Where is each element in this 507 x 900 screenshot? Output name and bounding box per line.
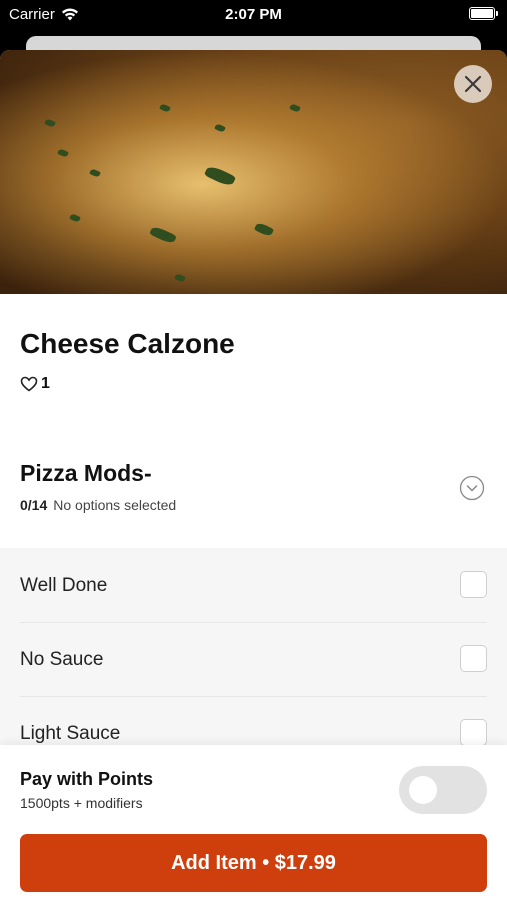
close-button[interactable] [454, 65, 492, 103]
herb-fleck [159, 103, 171, 113]
option-checkbox[interactable] [460, 719, 487, 746]
pay-with-points-toggle[interactable] [399, 766, 487, 814]
item-detail-sheet: Cheese Calzone 1 Pizza Mods- 0/14 No opti… [0, 50, 507, 900]
option-checkbox[interactable] [460, 571, 487, 598]
option-label: Light Sauce [20, 723, 121, 744]
status-time: 2:07 PM [225, 6, 282, 23]
heart-icon[interactable] [20, 376, 38, 392]
herb-fleck [214, 123, 226, 133]
option-row[interactable]: Well Done [20, 548, 487, 623]
option-row[interactable]: No Sauce [20, 622, 487, 697]
checkout-footer: Pay with Points 1500pts + modifiers Add … [0, 745, 507, 900]
herb-fleck [289, 103, 301, 113]
modifier-group-status: 0/14 No options selected [20, 497, 176, 513]
herb-fleck [203, 164, 237, 188]
option-checkbox[interactable] [460, 645, 487, 672]
item-photo [0, 50, 507, 294]
herb-fleck [149, 224, 177, 246]
like-count-value: 1 [41, 375, 50, 392]
herb-fleck [89, 168, 101, 178]
option-label: Well Done [20, 575, 108, 596]
pay-with-points-title: Pay with Points [20, 769, 154, 789]
chevron-down-icon[interactable] [459, 475, 485, 501]
pay-with-points-subtitle: 1500pts + modifiers [20, 795, 143, 811]
modifier-group-title: Pizza Mods- [20, 460, 152, 486]
modifier-status-text: No options selected [53, 497, 177, 513]
item-title: Cheese Calzone [20, 328, 235, 359]
battery-icon [469, 7, 498, 20]
option-label: No Sauce [20, 649, 104, 670]
status-bar: Carrier 2:07 PM [0, 0, 507, 30]
toggle-knob [409, 776, 437, 804]
add-item-button[interactable]: Add Item • $17.99 [20, 834, 487, 892]
modifier-count: 0/14 [20, 497, 48, 513]
herb-fleck [57, 148, 69, 158]
like-count[interactable]: 1 [20, 375, 50, 393]
herb-fleck [174, 273, 186, 283]
herb-fleck [253, 221, 275, 238]
modifier-group-header[interactable]: Pizza Mods- 0/14 No options selected [0, 445, 507, 550]
herb-fleck [44, 118, 56, 128]
close-icon [464, 75, 482, 93]
herb-fleck [69, 213, 81, 223]
